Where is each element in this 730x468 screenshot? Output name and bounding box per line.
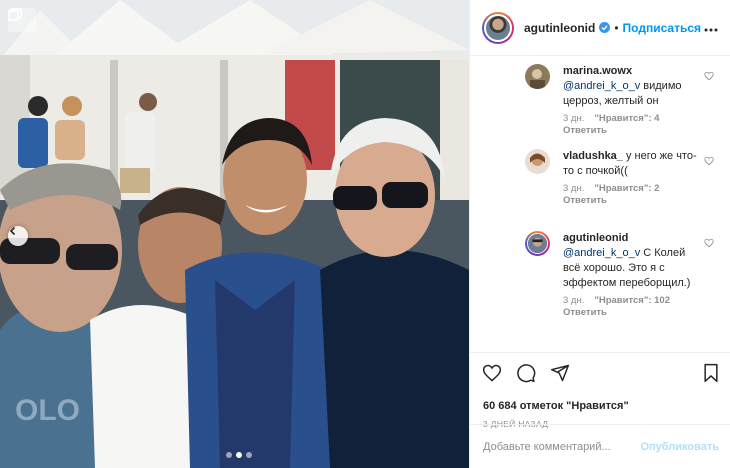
- comment-time[interactable]: 3 дн.: [563, 295, 584, 307]
- comment-icon[interactable]: [516, 363, 536, 388]
- comment-mention[interactable]: @andrei_k_o_v: [563, 247, 640, 259]
- comment-username[interactable]: agutinleonid: [563, 232, 628, 244]
- publish-button[interactable]: Опубликовать: [640, 441, 719, 453]
- comment-item: vladushka_ у него же что-то с почкой(( 3…: [482, 149, 714, 219]
- comment-username[interactable]: vladushka_: [563, 150, 623, 162]
- carousel-dot: [246, 452, 252, 458]
- comment-likes[interactable]: "Нравится": 102: [594, 295, 670, 307]
- bookmark-icon[interactable]: [702, 363, 720, 388]
- post-header: agutinleonid • Подписаться: [470, 0, 730, 56]
- author-avatar[interactable]: [482, 11, 514, 44]
- more-icon[interactable]: [704, 19, 718, 37]
- header-separator: •: [614, 20, 619, 35]
- comment-input[interactable]: [483, 440, 641, 453]
- comment-time[interactable]: 3 дн.: [563, 113, 584, 125]
- add-comment-bar: Опубликовать: [470, 424, 730, 468]
- author-username[interactable]: agutinleonid: [524, 21, 595, 35]
- post-photo[interactable]: OLO: [0, 0, 469, 468]
- carousel-indicator: [226, 452, 252, 458]
- follow-button[interactable]: Подписаться: [623, 21, 701, 35]
- share-icon[interactable]: [550, 363, 570, 388]
- carousel-icon: [8, 8, 36, 32]
- reply-button[interactable]: Ответить: [563, 125, 701, 137]
- carousel-dot: [226, 452, 232, 458]
- reply-button[interactable]: Ответить: [563, 195, 701, 207]
- likes-count[interactable]: 60 684 отметок "Нравится": [470, 398, 730, 414]
- photo-illustration: OLO: [0, 0, 469, 468]
- carousel-dot-active: [236, 452, 242, 458]
- heart-icon[interactable]: [482, 363, 502, 388]
- comment-mention[interactable]: @andrei_k_o_v: [563, 80, 640, 92]
- svg-text:OLO: OLO: [15, 394, 80, 427]
- comment-likes[interactable]: "Нравится": 2: [594, 183, 659, 195]
- comment-time[interactable]: 3 дн.: [563, 183, 584, 195]
- comment-item: marina.wowx @andrei_k_o_v видимо церроз,…: [482, 64, 714, 137]
- comments-list[interactable]: marina.wowx @andrei_k_o_v видимо церроз,…: [470, 56, 730, 352]
- commenter-avatar[interactable]: [525, 149, 550, 174]
- reply-button[interactable]: Ответить: [563, 307, 701, 319]
- post-side-panel: agutinleonid • Подписаться marina.wowx @…: [469, 0, 730, 468]
- comment-like-icon[interactable]: [704, 153, 714, 171]
- comment-likes[interactable]: "Нравится": 4: [594, 113, 659, 125]
- verified-icon: [599, 22, 611, 33]
- post-actions: [470, 352, 730, 398]
- comment-like-icon[interactable]: [704, 68, 714, 86]
- commenter-avatar[interactable]: [525, 231, 550, 256]
- commenter-avatar[interactable]: [525, 64, 550, 89]
- chevron-left-icon: [9, 226, 16, 236]
- comment-item: agutinleonid @andrei_k_o_v С Колей всё х…: [482, 231, 714, 319]
- carousel-prev-button[interactable]: [8, 226, 28, 246]
- comment-username[interactable]: marina.wowx: [563, 65, 632, 77]
- comment-like-icon[interactable]: [704, 235, 714, 253]
